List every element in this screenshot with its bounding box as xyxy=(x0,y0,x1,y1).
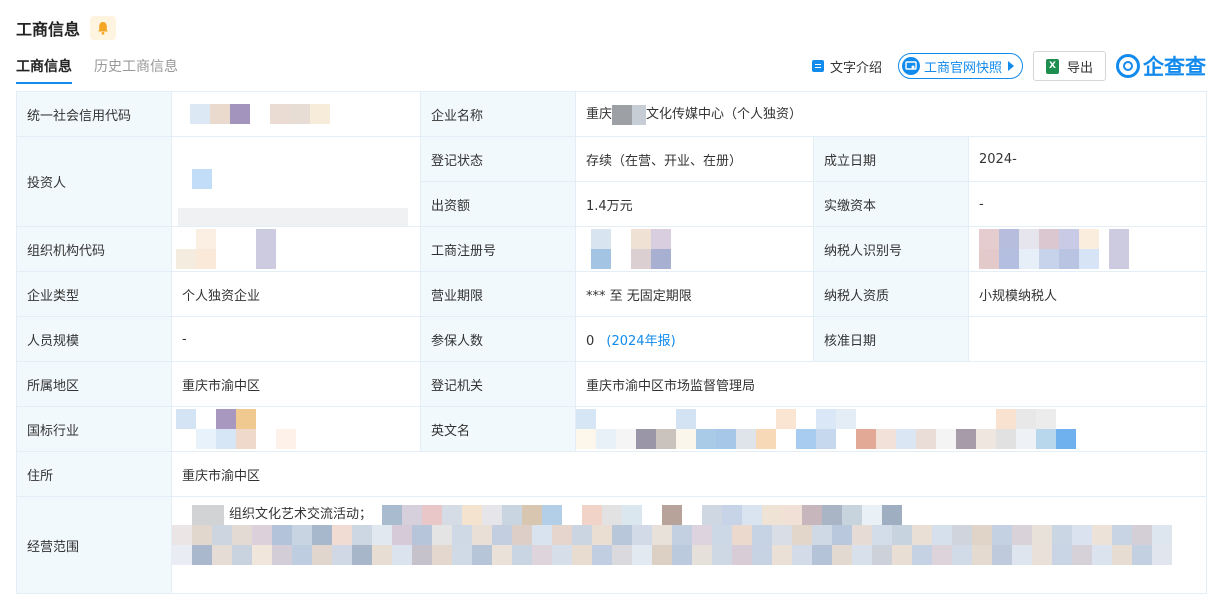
table-row: 组织机构代码 工商注册号 纳税人识别号 xyxy=(16,226,1207,272)
staff-size-value: - xyxy=(171,316,421,362)
capital-contrib-label: 出资额 xyxy=(420,181,576,227)
redacted-block xyxy=(172,545,1206,565)
region-value: 重庆市渝中区 xyxy=(171,361,421,407)
redacted-block xyxy=(586,249,803,269)
staff-size-label: 人员规模 xyxy=(16,316,172,362)
company-name-suffix: 文化传媒中心（个人独资） xyxy=(646,107,803,123)
authority-value: 重庆市渝中区市场监督管理局 xyxy=(575,361,1207,407)
redacted-block xyxy=(632,104,647,125)
taxpayer-id-label: 纳税人识别号 xyxy=(813,226,969,272)
business-term-value: *** 至 无固定期限 xyxy=(575,271,814,317)
redacted-block xyxy=(979,249,1196,269)
text-intro-label: 文字介绍 xyxy=(829,60,882,76)
credit-code-label: 统一社会信用代码 xyxy=(16,91,172,137)
taxpayer-qual-label: 纳税人资质 xyxy=(813,271,969,317)
authority-label: 登记机关 xyxy=(420,361,576,407)
table-row: 统一社会信用代码 企业名称 重庆 文化传媒中心（个人独资） xyxy=(16,91,1207,137)
business-info-table: 统一社会信用代码 企业名称 重庆 文化传媒中心（个人独资） 投资人 登记状态 存续… xyxy=(16,91,1207,594)
insured-value: 0 (2024年报) xyxy=(575,316,814,362)
redacted-block xyxy=(176,229,416,249)
table-row: 国标行业 英文名 xyxy=(16,406,1207,452)
tab-business-info[interactable]: 工商信息 xyxy=(16,56,72,84)
taxpayer-id-value xyxy=(968,226,1207,272)
tab-history-business-info[interactable]: 历史工商信息 xyxy=(94,56,178,82)
business-term-label: 营业期限 xyxy=(420,271,576,317)
region-label: 所属地区 xyxy=(16,361,172,407)
scope-text: 组织文化艺术交流活动； xyxy=(229,507,373,522)
established-value: 2024- xyxy=(968,136,1207,182)
insured-label: 参保人数 xyxy=(420,316,576,362)
investor-label: 投资人 xyxy=(16,136,172,227)
reg-no-value xyxy=(575,226,814,272)
credit-code-value xyxy=(171,91,421,137)
table-row: 经营范围 组织文化艺术交流活动； xyxy=(16,496,1207,594)
annual-report-link[interactable]: (2024年报) xyxy=(606,334,675,349)
qcc-logo-icon xyxy=(1116,54,1140,78)
brand-logo: 企查查 xyxy=(1116,51,1206,81)
table-row: 人员规模 - 参保人数 0 (2024年报) 核准日期 xyxy=(16,316,1207,362)
insured-count: 0 xyxy=(586,333,595,349)
approval-date-label: 核准日期 xyxy=(813,316,969,362)
play-arrow-icon xyxy=(1007,61,1014,71)
redacted-block xyxy=(190,104,330,124)
company-type-label: 企业类型 xyxy=(16,271,172,317)
redacted-block xyxy=(612,104,633,125)
page-title: 工商信息 xyxy=(16,20,81,39)
excel-icon: X xyxy=(1045,58,1059,74)
org-code-label: 组织机构代码 xyxy=(16,226,172,272)
export-label: 导出 xyxy=(1066,60,1093,76)
english-name-value xyxy=(575,406,1207,452)
redacted-block xyxy=(979,229,1196,249)
snapshot-icon xyxy=(901,57,920,75)
address-label: 住所 xyxy=(16,451,172,497)
redacted-block xyxy=(586,229,803,249)
toolbar: 文字介绍 工商官网快照 X 导出 企查查 xyxy=(811,50,1206,82)
reg-status-label: 登记状态 xyxy=(420,136,576,182)
redacted-block xyxy=(176,429,416,449)
investor-value xyxy=(171,136,421,227)
capital-contrib-value: 1.4万元 xyxy=(575,181,814,227)
redacted-block xyxy=(176,249,416,269)
table-row: 所属地区 重庆市渝中区 登记机关 重庆市渝中区市场监督管理局 xyxy=(16,361,1207,407)
industry-value xyxy=(171,406,421,452)
scope-value: 组织文化艺术交流活动； xyxy=(171,496,1207,594)
redacted-bar xyxy=(178,208,408,226)
company-type-value: 个人独资企业 xyxy=(171,271,421,317)
table-row: 住所 重庆市渝中区 xyxy=(16,451,1207,497)
established-label: 成立日期 xyxy=(813,136,969,182)
snapshot-label: 工商官网快照 xyxy=(923,60,1002,76)
tab-bar: 工商信息 历史工商信息 xyxy=(16,56,200,84)
redacted-block xyxy=(176,409,416,429)
document-icon xyxy=(811,60,824,72)
org-code-value xyxy=(171,226,421,272)
industry-label: 国标行业 xyxy=(16,406,172,452)
brand-name: 企查查 xyxy=(1143,55,1206,79)
english-name-label: 英文名 xyxy=(420,406,576,452)
reg-no-label: 工商注册号 xyxy=(420,226,576,272)
reg-status-value: 存续（在营、开业、在册） xyxy=(575,136,814,182)
paid-capital-label: 实缴资本 xyxy=(813,181,969,227)
scope-label: 经营范围 xyxy=(16,496,172,594)
redacted-block xyxy=(576,429,1206,449)
company-name-label: 企业名称 xyxy=(420,91,576,137)
company-name-prefix: 重庆 xyxy=(586,107,613,123)
company-name-value: 重庆 文化传媒中心（个人独资） xyxy=(575,91,1207,137)
paid-capital-value: - xyxy=(968,181,1207,227)
table-row: 企业类型 个人独资企业 营业期限 *** 至 无固定期限 纳税人资质 小规模纳税… xyxy=(16,271,1207,317)
official-snapshot-button[interactable]: 工商官网快照 xyxy=(897,53,1023,79)
redacted-block xyxy=(172,525,1206,545)
export-button[interactable]: X 导出 xyxy=(1032,51,1106,81)
text-intro-button[interactable]: 文字介绍 xyxy=(811,57,882,76)
table-row: 投资人 登记状态 存续（在营、开业、在册） 成立日期 2024- xyxy=(16,136,1207,227)
section-header: 工商信息 xyxy=(16,14,117,42)
redacted-block xyxy=(576,409,1206,429)
bell-icon[interactable] xyxy=(90,16,117,40)
redacted-avatar xyxy=(192,169,212,189)
address-value: 重庆市渝中区 xyxy=(171,451,1207,497)
approval-date-value xyxy=(968,316,1207,362)
taxpayer-qual-value: 小规模纳税人 xyxy=(968,271,1207,317)
scope-first-line: 组织文化艺术交流活动； xyxy=(173,505,1206,525)
